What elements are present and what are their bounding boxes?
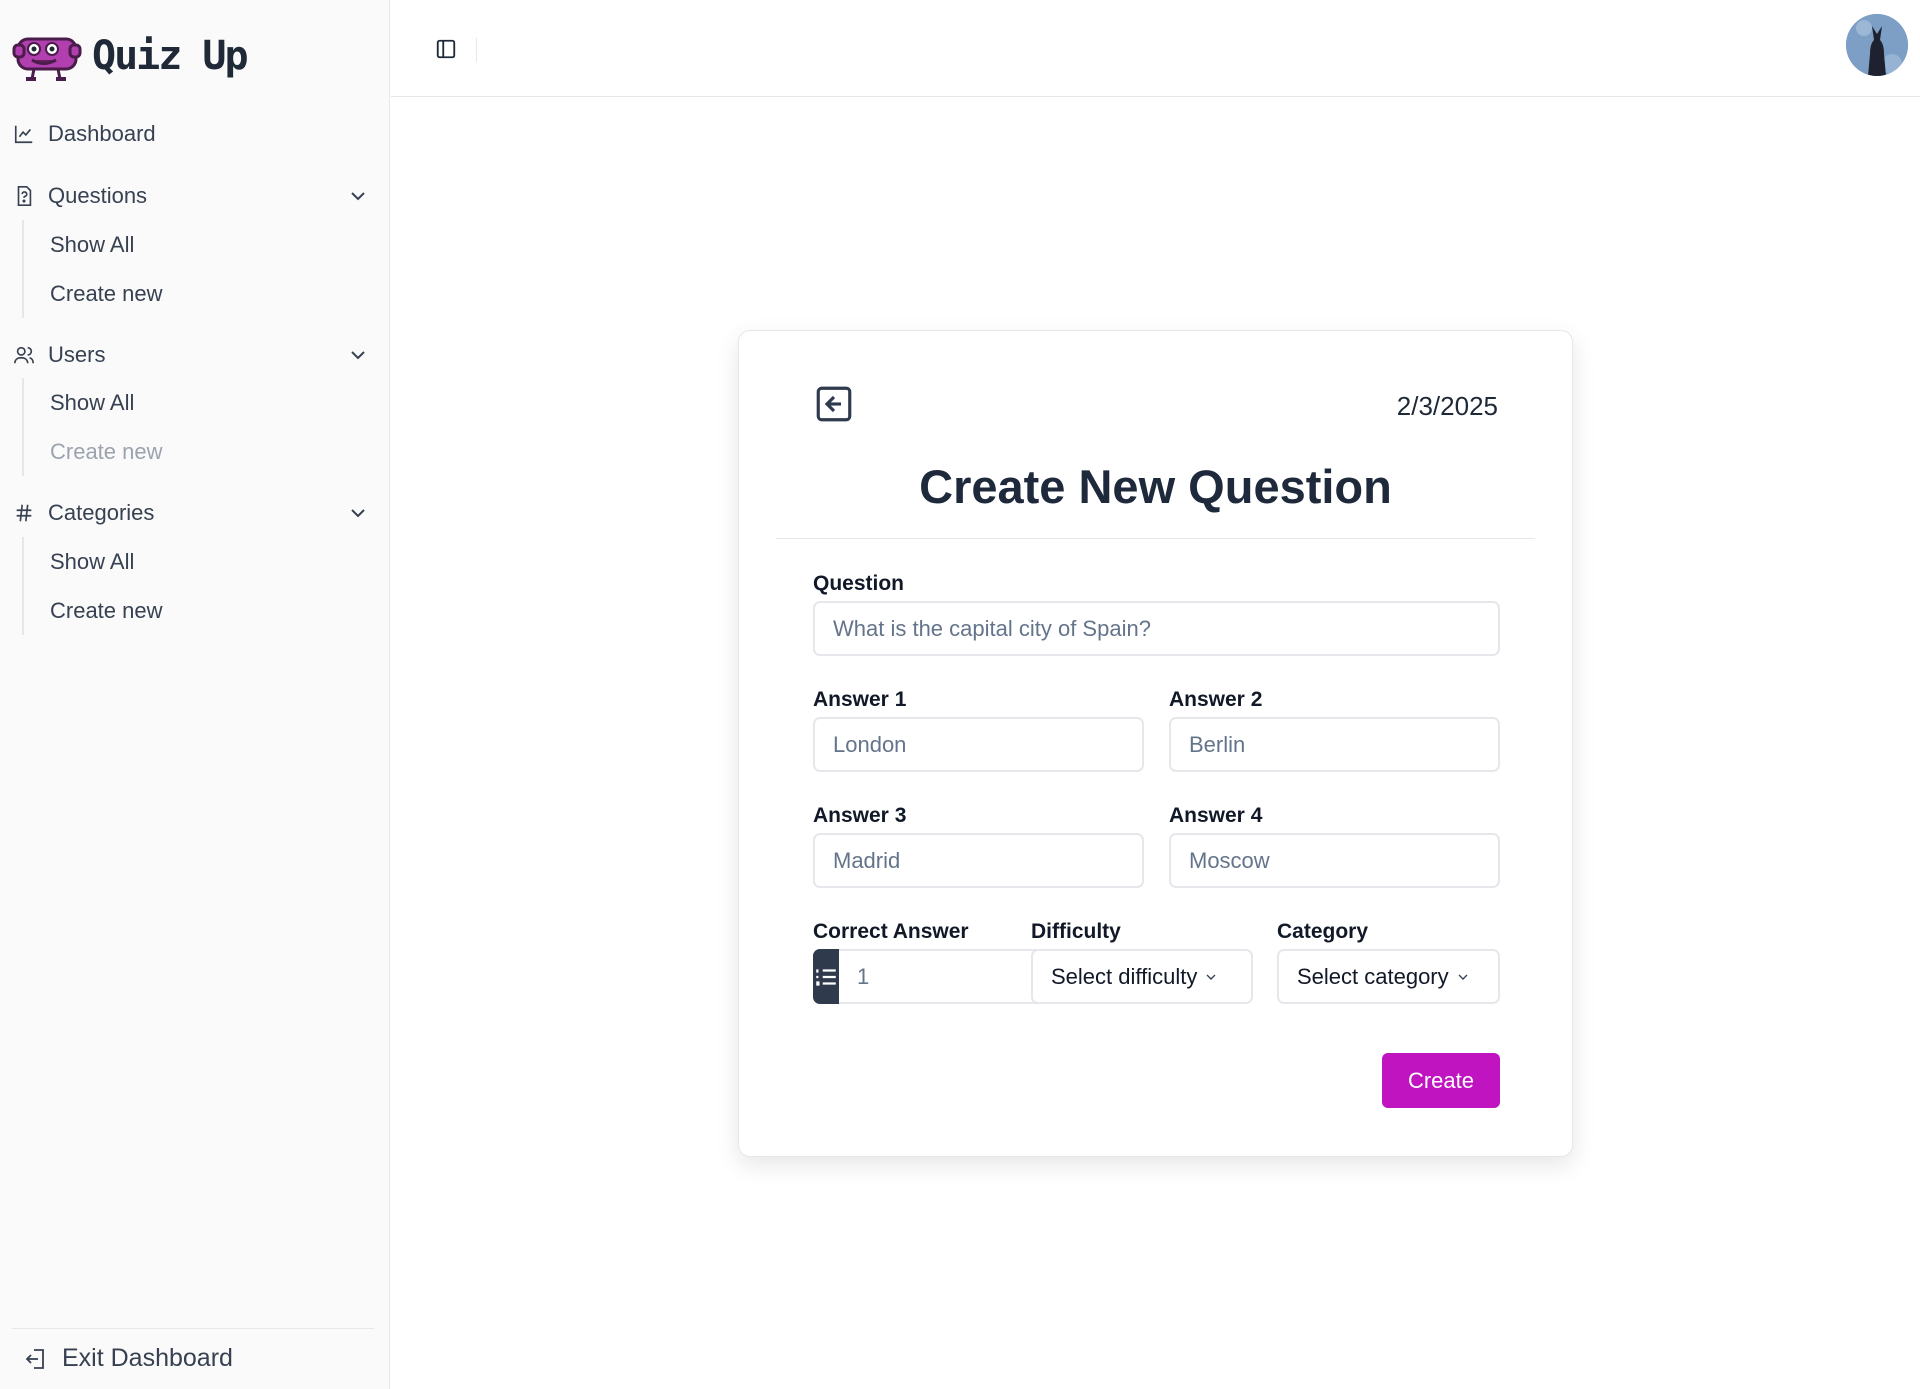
user-avatar[interactable]: [1846, 14, 1908, 76]
category-select-value: Select category: [1297, 963, 1449, 989]
chevron-down-icon: [1458, 974, 1468, 980]
chevron-down-icon[interactable]: [346, 184, 370, 208]
sidebar-subitem-users-show-all[interactable]: Show All: [24, 378, 376, 427]
page-title: Create New Question: [919, 460, 1392, 513]
brand-name: Quiz Up: [92, 33, 249, 79]
answer-4-input[interactable]: [1169, 833, 1500, 888]
answer-1-input[interactable]: [813, 717, 1144, 772]
sidebar: Quiz Up Dashboard Questions Show All Cre…: [0, 0, 390, 1389]
sidebar-subitem-users-create-new[interactable]: Create new: [24, 427, 376, 476]
create-question-card: 2/3/2025 Create New Question Question An…: [738, 330, 1573, 1157]
sidebar-subitem-questions-create-new[interactable]: Create new: [24, 269, 376, 318]
correct-answer-label: Correct Answer: [813, 920, 969, 943]
sidebar-item-categories[interactable]: Categories: [12, 491, 376, 535]
create-button[interactable]: Create: [1382, 1053, 1500, 1108]
date-label: 2/3/2025: [1396, 391, 1498, 421]
log-out-icon: [25, 1348, 44, 1369]
sidebar-item-label: Dashboard: [48, 121, 156, 146]
sidebar-subitem-questions-show-all[interactable]: Show All: [24, 220, 376, 269]
answer-2-input[interactable]: [1169, 717, 1500, 772]
answer-3-label: Answer 3: [813, 804, 907, 827]
list-ordered-icon: [813, 949, 839, 1004]
question-input[interactable]: [813, 601, 1500, 656]
sidebar-toggle-button[interactable]: [431, 34, 461, 64]
top-header: [391, 0, 1920, 97]
sidebar-subitem-categories-show-all[interactable]: Show All: [24, 537, 376, 586]
difficulty-select-value: Select difficulty: [1051, 963, 1198, 989]
difficulty-select[interactable]: Select difficulty: [1031, 949, 1253, 1004]
correct-answer-field: [813, 949, 1165, 1004]
category-label: Category: [1277, 920, 1369, 943]
chevron-down-icon: [1206, 974, 1216, 980]
sidebar-item-label: Users: [48, 342, 106, 367]
categories-subnav: Show All Create new: [22, 537, 376, 635]
category-select[interactable]: Select category: [1277, 949, 1500, 1004]
sidebar-item-label: Categories: [48, 500, 155, 525]
title-divider: [776, 538, 1535, 539]
sidebar-item-dashboard[interactable]: Dashboard: [12, 112, 376, 156]
exit-dashboard-button[interactable]: Exit Dashboard: [12, 1328, 374, 1388]
chart-line-icon: [12, 122, 36, 146]
users-subnav: Show All Create new: [22, 378, 376, 476]
sidebar-item-questions[interactable]: Questions: [12, 174, 376, 218]
arrow-left-square-icon: [816, 386, 852, 422]
header-divider: [476, 38, 477, 62]
sidebar-item-label: Questions: [48, 183, 148, 208]
questions-subnav: Show All Create new: [22, 220, 376, 318]
sidebar-item-users[interactable]: Users: [12, 333, 376, 377]
sidebar-toggle-icon: [436, 39, 456, 59]
answer-2-label: Answer 2: [1169, 688, 1263, 711]
brand[interactable]: Quiz Up: [12, 28, 249, 84]
monster-mascot-logo: [12, 37, 82, 81]
back-button[interactable]: [813, 383, 855, 425]
sidebar-subitem-categories-create-new[interactable]: Create new: [24, 586, 376, 635]
chevron-down-icon[interactable]: [346, 343, 370, 367]
question-label: Question: [813, 572, 905, 595]
answer-4-label: Answer 4: [1169, 804, 1263, 827]
answer-3-input[interactable]: [813, 833, 1144, 888]
exit-dashboard-label: Exit Dashboard: [62, 1344, 233, 1372]
answer-1-label: Answer 1: [813, 688, 907, 711]
file-question-icon: [12, 184, 36, 208]
users-icon: [12, 343, 36, 367]
difficulty-label: Difficulty: [1031, 920, 1121, 943]
chevron-down-icon[interactable]: [346, 501, 370, 525]
hash-icon: [12, 501, 36, 525]
